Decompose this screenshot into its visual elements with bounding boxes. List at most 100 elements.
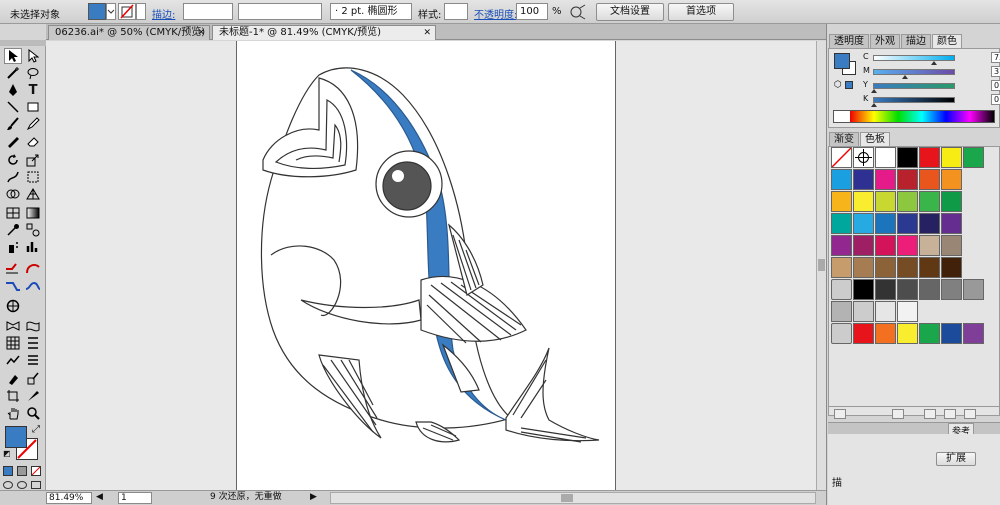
slider-k[interactable]: K0 <box>863 94 1000 107</box>
status-menu-arrow[interactable]: ▶ <box>310 492 317 504</box>
color-swatch[interactable] <box>875 301 896 322</box>
live-paint-select-icon[interactable] <box>24 371 42 387</box>
artboard[interactable] <box>236 41 616 490</box>
color-swatch[interactable] <box>919 147 940 168</box>
tab-transparency[interactable]: 透明度 <box>829 34 869 48</box>
channel-value[interactable]: 0 <box>991 80 1000 91</box>
grid-tool-icon[interactable] <box>4 335 22 351</box>
color-swatch[interactable] <box>919 213 940 234</box>
color-swatch[interactable] <box>853 169 874 190</box>
pencil-icon[interactable] <box>24 116 42 132</box>
gradient-mode-icon[interactable] <box>17 466 27 476</box>
expand-button[interactable]: 扩展 <box>936 452 976 466</box>
envelope-distort-icon[interactable] <box>4 318 22 334</box>
color-swatch[interactable] <box>897 279 918 300</box>
color-swatch[interactable] <box>853 213 874 234</box>
screen-mode-icon[interactable] <box>31 481 41 489</box>
scroll-thumb[interactable] <box>818 259 825 271</box>
preferences-button[interactable]: 首选项 <box>668 3 734 21</box>
color-swatch[interactable] <box>875 191 896 212</box>
swatch-group-folder-icon[interactable] <box>831 279 852 300</box>
stroke-dropdown-arrow[interactable] <box>136 3 146 20</box>
out-of-gamut-swatch[interactable] <box>845 81 853 89</box>
gradient-tool-icon[interactable] <box>24 205 42 221</box>
rectangle-tool-icon[interactable] <box>24 99 42 115</box>
color-swatch[interactable] <box>897 257 918 278</box>
color-swatch[interactable] <box>875 257 896 278</box>
color-swatch[interactable] <box>897 213 918 234</box>
color-swatch[interactable] <box>875 279 896 300</box>
list-tool-icon[interactable] <box>24 352 42 368</box>
opacity-field[interactable]: 100 <box>516 3 548 20</box>
show-kinds-icon[interactable] <box>892 409 904 419</box>
slider-m[interactable]: M 37.5 <box>863 66 1000 79</box>
selection-tool-icon[interactable] <box>4 48 22 64</box>
symbol-sprayer-icon[interactable] <box>4 239 22 255</box>
color-swatch[interactable] <box>853 235 874 256</box>
arrange-tool-icon[interactable] <box>4 260 22 276</box>
slider-knob[interactable] <box>871 103 877 107</box>
scale-tool-icon[interactable] <box>24 152 42 168</box>
color-swatch[interactable] <box>853 323 874 344</box>
color-mode-icon[interactable] <box>3 466 13 476</box>
channel-value[interactable]: 75 <box>991 52 1000 63</box>
slider-y[interactable]: Y0 <box>863 80 1000 93</box>
type-tool-icon[interactable]: T <box>24 82 42 98</box>
default-colors-icon[interactable]: ◩ <box>3 449 11 458</box>
knife-tool-icon[interactable] <box>24 388 42 404</box>
direct-selection-tool-icon[interactable] <box>24 48 42 64</box>
fill-color-box[interactable] <box>5 426 27 448</box>
hand-tool-icon[interactable] <box>4 405 22 421</box>
recolor-icon[interactable] <box>568 4 588 20</box>
color-swatch[interactable] <box>941 147 962 168</box>
color-swatch[interactable] <box>897 235 918 256</box>
rotate-tool-icon[interactable] <box>4 152 22 168</box>
tab-appearance[interactable]: 外观 <box>870 34 900 48</box>
channel-value[interactable]: 37.5 <box>991 66 1000 77</box>
draw-behind-icon[interactable] <box>17 481 27 489</box>
zoom-field[interactable]: 81.49% <box>46 492 92 504</box>
slider-c[interactable]: C 75 <box>863 52 1000 65</box>
slider-knob[interactable] <box>902 75 908 79</box>
color-swatch[interactable] <box>941 279 962 300</box>
fill-color-swatch[interactable] <box>88 3 106 20</box>
color-swatch[interactable] <box>941 213 962 234</box>
new-swatch-icon[interactable] <box>944 409 956 419</box>
delete-swatch-icon[interactable] <box>964 409 976 419</box>
slider-knob[interactable] <box>871 89 877 93</box>
tab-gradient[interactable]: 渐变 <box>829 132 859 146</box>
artboard-icon[interactable] <box>4 388 22 404</box>
color-swatch[interactable] <box>897 191 918 212</box>
color-swatch[interactable] <box>941 257 962 278</box>
eraser-icon[interactable] <box>24 133 42 149</box>
lasso-icon[interactable] <box>24 65 42 81</box>
stroke-color-swatch[interactable] <box>118 3 136 20</box>
target-icon[interactable] <box>4 298 22 314</box>
variable-width-profile[interactable] <box>238 3 322 20</box>
color-swatch[interactable] <box>941 191 962 212</box>
column-graph-icon[interactable] <box>24 239 42 255</box>
swap-colors-icon[interactable]: ⤢ <box>32 424 40 435</box>
color-swatch[interactable] <box>875 323 896 344</box>
document-setup-button[interactable]: 文档设置 <box>596 3 664 21</box>
opacity-link[interactable]: 不透明度: <box>474 6 517 21</box>
close-icon[interactable]: ✕ <box>423 26 431 40</box>
cube-icon[interactable]: ⬡ <box>834 80 842 90</box>
color-swatch[interactable] <box>941 323 962 344</box>
eyedropper-icon[interactable] <box>4 222 22 238</box>
color-swatch[interactable] <box>963 147 984 168</box>
shape-builder-icon[interactable] <box>4 186 22 202</box>
color-swatch[interactable] <box>831 169 852 190</box>
color-swatch[interactable] <box>897 323 918 344</box>
live-paint-icon[interactable] <box>4 371 22 387</box>
color-swatch[interactable] <box>831 191 852 212</box>
color-swatch[interactable] <box>897 169 918 190</box>
slider-knob[interactable] <box>931 61 937 65</box>
tools-grip[interactable] <box>0 40 46 46</box>
blob-brush-icon[interactable] <box>4 133 22 149</box>
color-swatch[interactable] <box>875 213 896 234</box>
swatch-none[interactable] <box>831 147 852 168</box>
color-swatch[interactable] <box>963 279 984 300</box>
color-swatch[interactable] <box>897 301 918 322</box>
line-tool-icon[interactable] <box>4 99 22 115</box>
